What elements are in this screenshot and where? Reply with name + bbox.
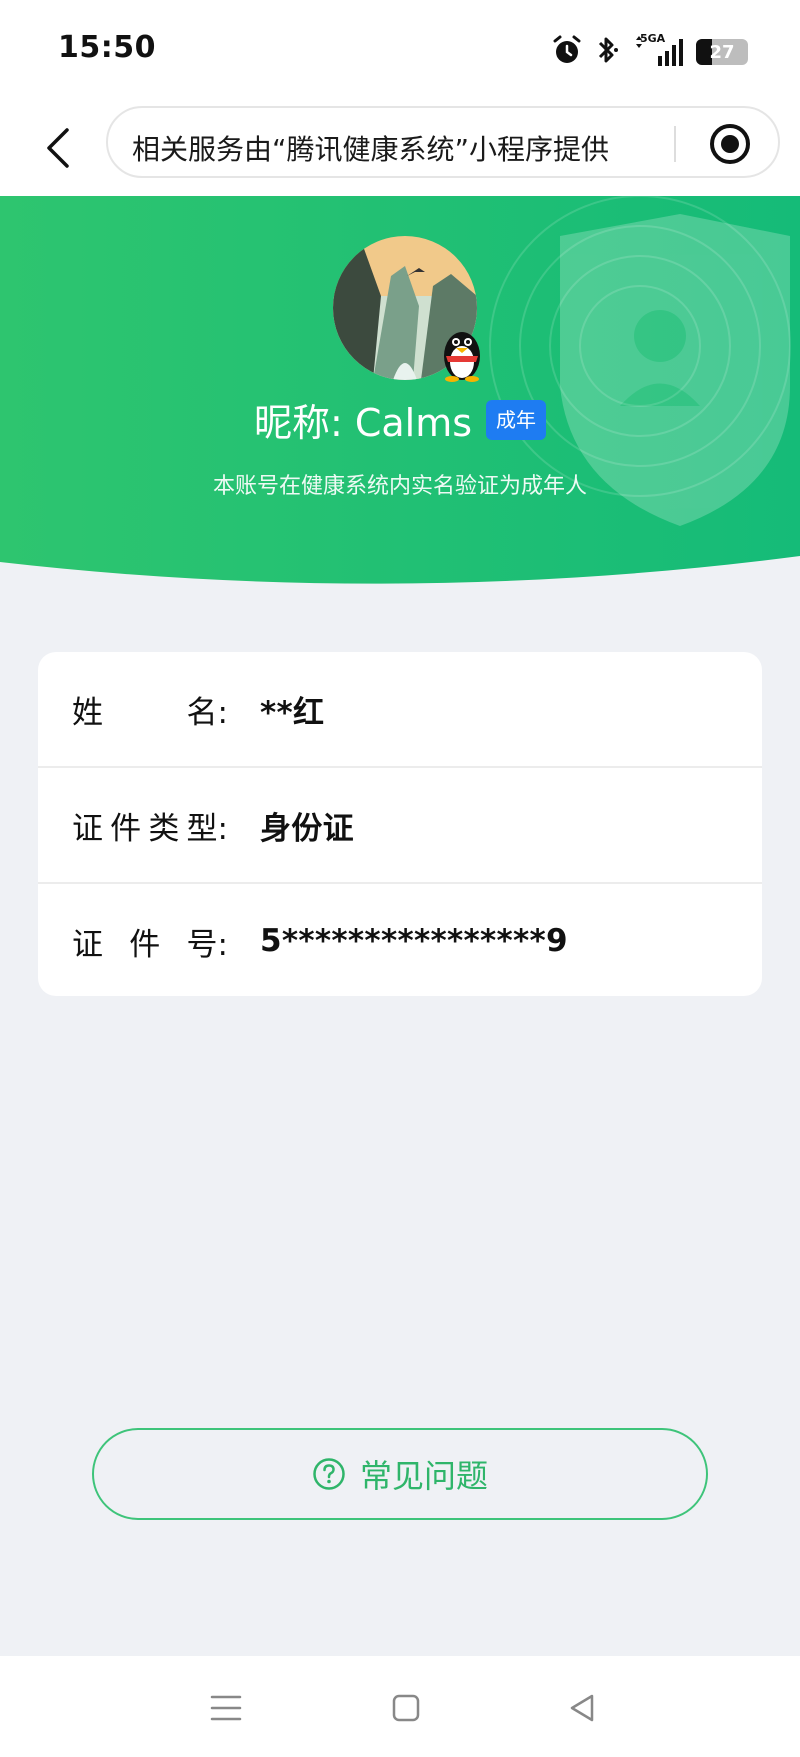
id-number-value: 5****************9 [260, 923, 568, 959]
alarm-icon [552, 34, 582, 70]
label-char: 证 [72, 810, 103, 847]
profile-header: 昵称: Calms 成年 本账号在健康系统内实名验证为成年人 [0, 196, 800, 604]
status-icons: 5GA 27 [552, 32, 748, 70]
label-char: 名: [186, 694, 228, 731]
label-char: 号: [186, 926, 228, 963]
label-char: 姓 [72, 694, 103, 731]
home-icon [392, 1694, 420, 1722]
row-label: 姓 名: [72, 687, 228, 732]
record-icon [710, 124, 750, 164]
signal-icon: 5GA [634, 32, 684, 68]
record-button[interactable] [706, 120, 754, 168]
system-back-button[interactable] [560, 1686, 604, 1730]
info-row-id-number: 证 件 号: 5****************9 [38, 884, 762, 996]
system-navigation-bar [0, 1656, 800, 1757]
divider [674, 126, 676, 162]
back-arrow-icon [47, 128, 69, 168]
recent-apps-button[interactable] [204, 1686, 248, 1730]
back-button[interactable] [28, 118, 88, 178]
row-label: 证 件 类 型: [72, 803, 228, 848]
info-row-name: 姓 名: **红 [38, 652, 762, 766]
menu-icon [210, 1695, 242, 1721]
question-circle-icon [313, 1458, 345, 1490]
label-char: 类 [148, 810, 180, 847]
back-triangle-icon [570, 1694, 594, 1722]
status-bar: 15:50 5GA 27 [0, 0, 800, 100]
verification-note: 本账号在健康系统内实名验证为成年人 [212, 474, 587, 499]
home-button[interactable] [384, 1686, 428, 1730]
mini-program-nav-bar: 相关服务由“腾讯健康系统”小程序提供 [0, 100, 800, 196]
info-row-id-type: 证 件 类 型: 身份证 [38, 768, 762, 882]
row-label: 证 件 号: [72, 919, 228, 964]
battery-level: 27 [709, 41, 735, 63]
label-char: 证 [72, 926, 103, 963]
service-provider-text: 相关服务由“腾讯健康系统”小程序提供 [132, 133, 610, 166]
identity-info-card: 姓 名: **红 证 件 类 型: 身份证 证 件 号: 5**********… [38, 652, 762, 996]
label-char: 件 [110, 810, 142, 847]
service-provider-bar[interactable]: 相关服务由“腾讯健康系统”小程序提供 [106, 106, 780, 178]
battery-icon: 27 [696, 39, 748, 65]
label-char: 件 [129, 926, 161, 963]
label-char: 型: [186, 810, 228, 847]
bluetooth-icon [594, 34, 622, 70]
qq-penguin-icon [440, 326, 484, 382]
nickname: 昵称: Calms [253, 401, 473, 445]
adult-badge: 成年 [486, 399, 547, 440]
faq-label: 常见问题 [359, 1457, 488, 1495]
id-type-value: 身份证 [260, 810, 354, 847]
status-time: 15:50 [58, 30, 156, 65]
name-value: **红 [260, 694, 325, 731]
nickname-row: 昵称: Calms 成年 [0, 392, 800, 447]
faq-button[interactable]: 常见问题 [92, 1428, 708, 1520]
